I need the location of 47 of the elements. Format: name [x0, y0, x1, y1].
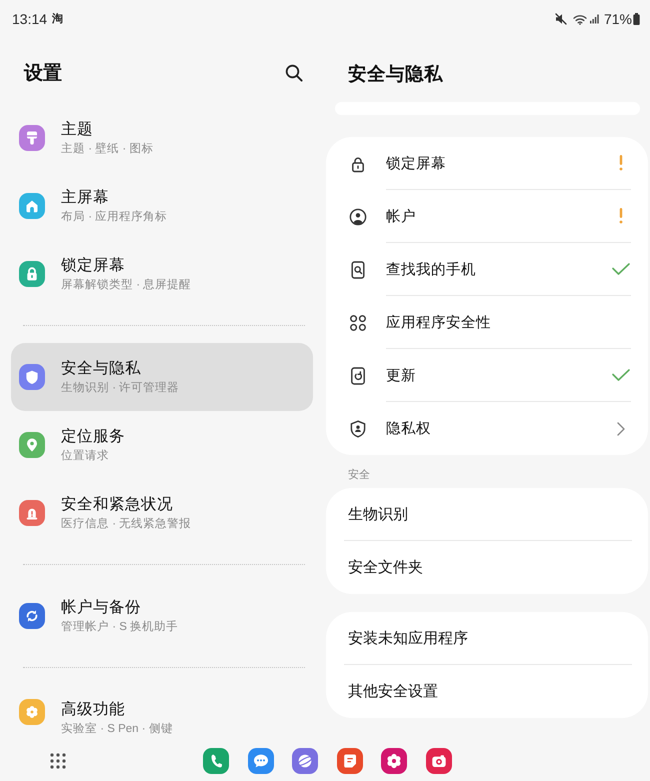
- lock-icon: [349, 154, 367, 172]
- settings-item[interactable]: 主屏幕 布局 · 应用程序角标: [11, 172, 313, 240]
- settings-row[interactable]: 更新: [326, 349, 648, 402]
- wifi-icon: [572, 14, 587, 24]
- settings-row[interactable]: 安全文件夹: [326, 541, 648, 594]
- camera-icon[interactable]: [426, 748, 452, 774]
- chat-bubble-icon[interactable]: [248, 748, 274, 774]
- settings-row[interactable]: 生物识别: [326, 488, 648, 541]
- settings-item[interactable]: 主题 主题 · 壁纸 · 图标: [11, 104, 313, 172]
- section-header: 安全: [348, 469, 370, 481]
- flower-icon[interactable]: [381, 748, 408, 774]
- settings-title: 设置: [24, 62, 62, 86]
- settings-item[interactable]: 安全和紧急状况 医疗信息 · 无线紧急警报: [11, 479, 313, 547]
- mute-icon: [554, 13, 567, 25]
- battery-icon: [633, 13, 640, 25]
- battery-level: 71%: [604, 11, 632, 27]
- settings-item[interactable]: 安全与隐私 生物识别 · 许可管理器: [11, 343, 313, 411]
- check-icon: [612, 369, 630, 381]
- phone-search-icon: [349, 260, 367, 278]
- four-circles-icon: [349, 314, 367, 332]
- search-icon[interactable]: [285, 64, 303, 82]
- person-icon: [349, 208, 367, 226]
- notification-icon: 淘: [52, 13, 64, 25]
- settings-item[interactable]: 锁定屏幕 屏幕解锁类型 · 息屏提醒: [11, 240, 313, 308]
- settings-item[interactable]: 高级功能 实验室 · S Pen · 侧键: [11, 685, 313, 739]
- settings-item[interactable]: 帐户与备份 管理帐户 · S 换机助手: [11, 582, 313, 650]
- settings-row[interactable]: 其他安全设置: [326, 665, 648, 718]
- page-title: 安全与隐私: [348, 63, 443, 84]
- signal-icon: [590, 14, 599, 24]
- settings-row[interactable]: 帐户: [326, 190, 648, 243]
- settings-row[interactable]: 锁定屏幕: [326, 137, 648, 190]
- warning-icon: [619, 155, 623, 171]
- phone-refresh-icon: [349, 366, 367, 384]
- settings-row[interactable]: 隐私权: [326, 402, 648, 455]
- settings-row[interactable]: 安装未知应用程序: [326, 612, 648, 665]
- status-time: 13:14: [12, 11, 48, 27]
- notepad-icon[interactable]: [336, 748, 363, 774]
- check-icon: [612, 263, 630, 275]
- planet-icon[interactable]: [292, 748, 318, 774]
- settings-row[interactable]: 查找我的手机: [326, 243, 648, 296]
- shield-person-icon: [349, 420, 367, 438]
- settings-row[interactable]: 应用程序安全性: [326, 296, 648, 349]
- phone-icon[interactable]: [203, 748, 229, 774]
- apps-grid-icon[interactable]: [50, 752, 66, 768]
- chevron-icon: [617, 422, 625, 436]
- settings-item[interactable]: 定位服务 位置请求: [11, 411, 313, 479]
- warning-icon: [619, 208, 623, 224]
